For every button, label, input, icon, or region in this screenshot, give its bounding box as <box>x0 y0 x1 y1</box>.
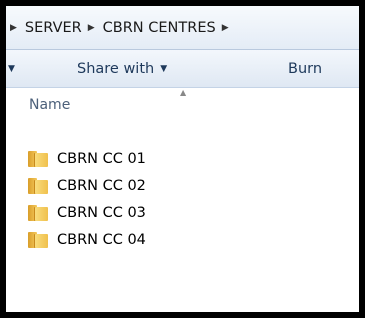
list-item[interactable]: CBRN CC 03 <box>28 202 146 224</box>
list-item[interactable]: CBRN CC 04 <box>28 229 146 251</box>
burn-button[interactable]: Burn <box>288 50 322 87</box>
address-bar[interactable]: ▶ SERVER ▶ CBRN CENTRES ▶ <box>6 6 359 50</box>
breadcrumb-item-server[interactable]: SERVER <box>25 20 82 36</box>
column-header-name[interactable]: ▲ Name <box>6 88 359 128</box>
list-item[interactable]: CBRN CC 02 <box>28 175 146 197</box>
folder-icon <box>28 205 48 221</box>
command-bar: ▼ Share with ▼ Burn <box>6 50 359 88</box>
folder-icon <box>28 178 48 194</box>
file-name: CBRN CC 03 <box>57 205 146 221</box>
file-name: CBRN CC 02 <box>57 178 146 194</box>
chevron-down-icon[interactable]: ▼ <box>8 64 15 74</box>
share-with-label: Share with <box>77 60 155 77</box>
breadcrumb-arrow-icon[interactable]: ▶ <box>222 23 229 33</box>
folder-icon <box>28 232 48 248</box>
breadcrumb-arrow-icon[interactable]: ▶ <box>10 23 17 33</box>
file-name: CBRN CC 04 <box>57 232 146 248</box>
column-name-label: Name <box>29 97 71 113</box>
file-name: CBRN CC 01 <box>57 151 146 167</box>
sort-ascending-icon: ▲ <box>180 88 187 97</box>
explorer-window: ▶ SERVER ▶ CBRN CENTRES ▶ ▼ Share with ▼… <box>6 6 359 312</box>
organize-dropdown[interactable]: ▼ <box>8 50 15 87</box>
breadcrumb-item-cbrn-centres[interactable]: CBRN CENTRES <box>103 20 216 36</box>
share-with-button[interactable]: Share with ▼ <box>77 50 167 87</box>
folder-icon <box>28 151 48 167</box>
list-item[interactable]: CBRN CC 01 <box>28 148 146 170</box>
breadcrumb-arrow-icon[interactable]: ▶ <box>88 23 95 33</box>
chevron-down-icon: ▼ <box>160 63 168 74</box>
burn-label: Burn <box>288 60 323 77</box>
